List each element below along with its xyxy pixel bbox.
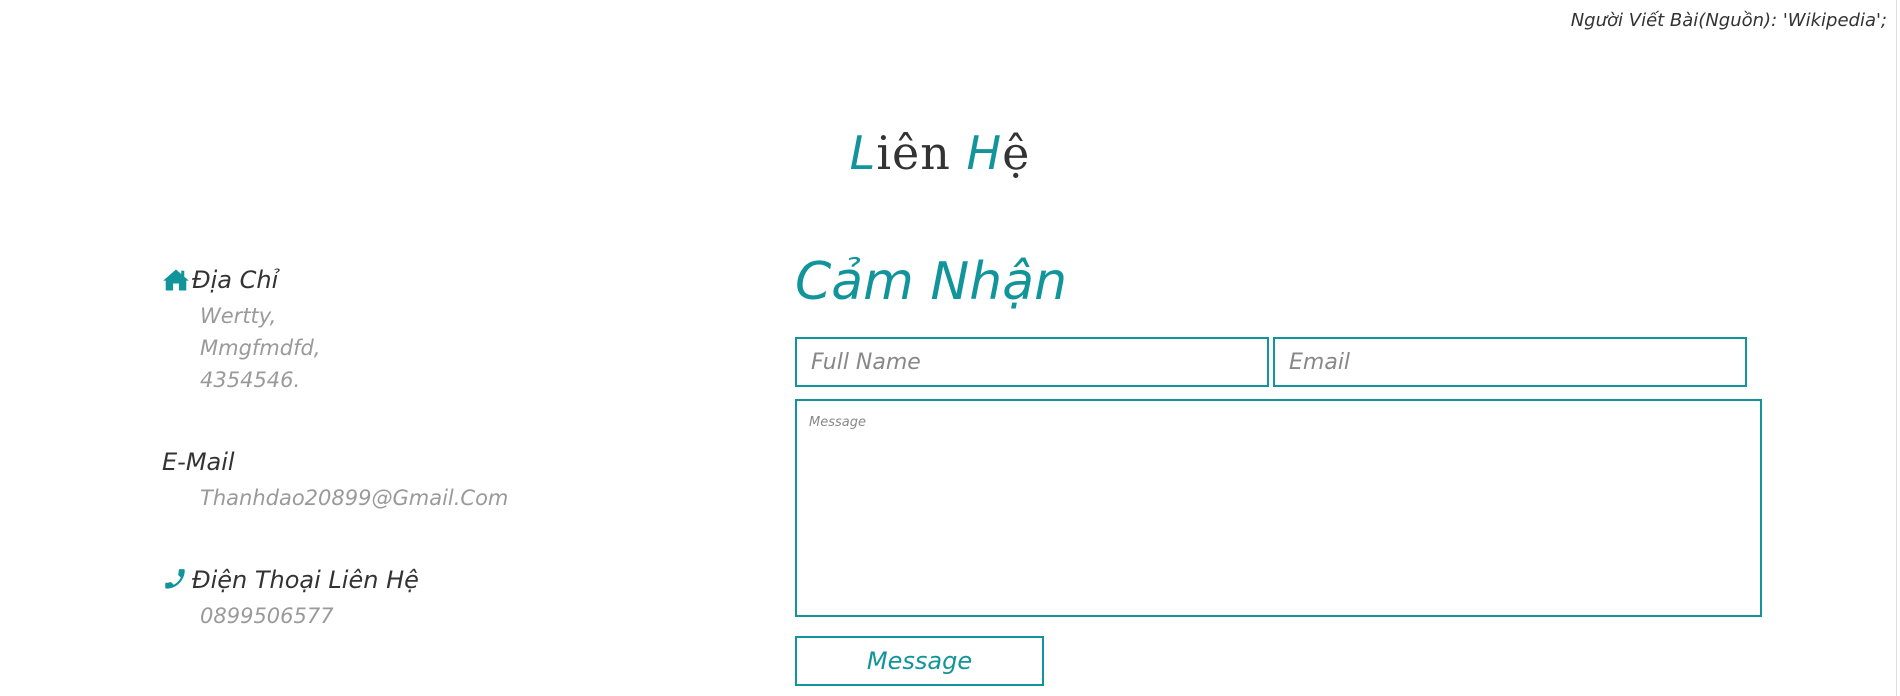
email-heading-label: E-Mail bbox=[162, 448, 235, 476]
address-lines: Wertty, Mmgfmdfd, 4354546. bbox=[200, 300, 320, 396]
title-letter-l: L bbox=[849, 126, 877, 180]
address-line-3: 4354546. bbox=[200, 368, 301, 392]
email-input[interactable] bbox=[1273, 337, 1747, 387]
email-heading: E-Mail bbox=[162, 448, 508, 476]
page-right-border bbox=[1896, 0, 1897, 696]
address-section: Địa Chỉ Wertty, Mmgfmdfd, 4354546. bbox=[162, 266, 320, 396]
phone-icon bbox=[162, 566, 190, 594]
email-section: E-Mail Thanhdao20899@Gmail.Com bbox=[162, 448, 508, 514]
phone-lines: 0899506577 bbox=[200, 600, 419, 632]
full-name-input[interactable] bbox=[795, 337, 1269, 387]
email-lines: Thanhdao20899@Gmail.Com bbox=[200, 482, 508, 514]
title-part-1: iên bbox=[876, 126, 967, 180]
address-line-2: Mmgfmdfd, bbox=[200, 336, 321, 360]
address-heading-label: Địa Chỉ bbox=[192, 266, 279, 294]
phone-heading: Điện Thoại Liên Hệ bbox=[162, 566, 419, 594]
phone-value: 0899506577 bbox=[200, 604, 334, 628]
title-letter-h: H bbox=[966, 126, 1003, 180]
address-line-1: Wertty, bbox=[200, 304, 277, 328]
author-credit: Người Viết Bài(Nguồn): 'Wikipedia'; bbox=[1570, 10, 1887, 31]
title-part-2: ệ bbox=[1002, 126, 1031, 180]
home-icon bbox=[162, 266, 190, 294]
submit-button[interactable]: Message bbox=[795, 636, 1044, 686]
phone-heading-label: Điện Thoại Liên Hệ bbox=[192, 566, 419, 594]
form-title: Cảm Nhận bbox=[795, 252, 1068, 312]
email-value: Thanhdao20899@Gmail.Com bbox=[200, 486, 509, 510]
address-heading: Địa Chỉ bbox=[162, 266, 320, 294]
message-textarea[interactable] bbox=[795, 399, 1762, 617]
phone-section: Điện Thoại Liên Hệ 0899506577 bbox=[162, 566, 419, 632]
page-title: Liên Hệ bbox=[0, 126, 1890, 180]
